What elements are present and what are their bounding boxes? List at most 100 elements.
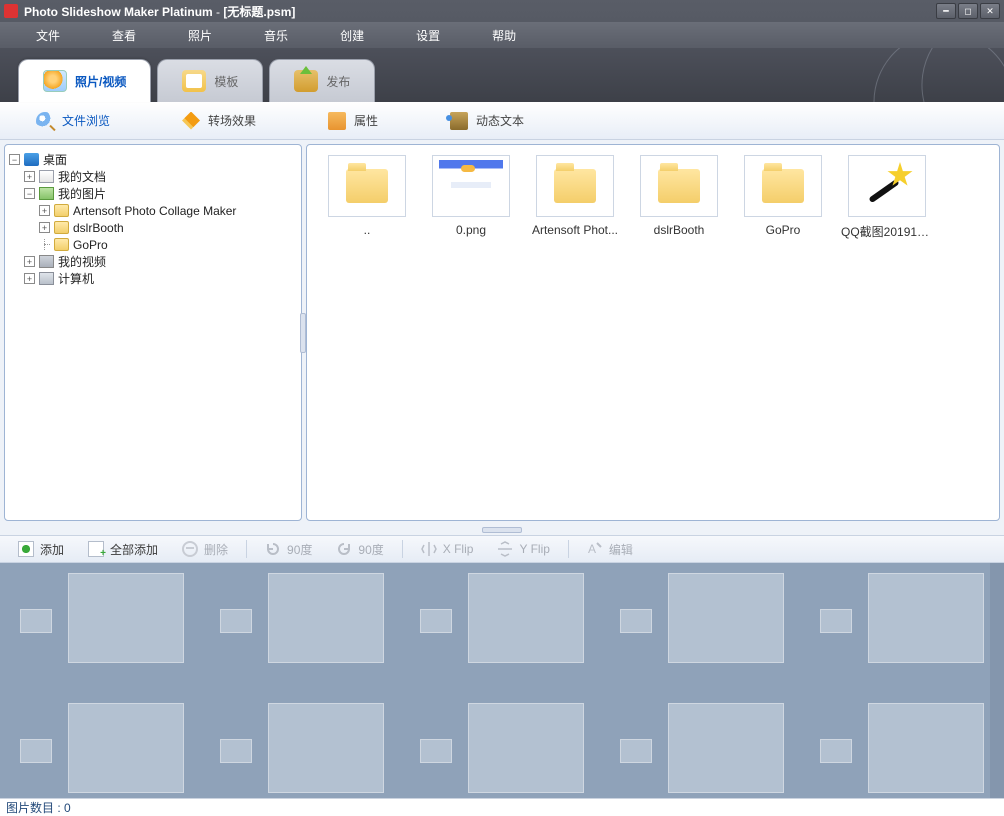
folder-tree-pane: − 桌面 + 我的文档: [4, 144, 302, 521]
desktop-icon: [24, 153, 39, 166]
subtab-dynamic-text[interactable]: 动态文本: [414, 112, 560, 130]
menu-create[interactable]: 创建: [314, 23, 390, 48]
status-bar: 图片数目 : 0: [0, 798, 1004, 816]
window-title: Photo Slideshow Maker Platinum - [无标题.ps…: [24, 3, 936, 20]
yflip-button[interactable]: Y Flip: [487, 541, 559, 557]
menu-music[interactable]: 音乐: [238, 23, 314, 48]
expand-icon[interactable]: +: [24, 273, 35, 284]
edit-button[interactable]: A 编辑: [577, 541, 643, 558]
action-label: X Flip: [443, 542, 474, 556]
action-label: 编辑: [609, 541, 633, 558]
videos-icon: [39, 255, 54, 268]
thumb-folder[interactable]: dslrBooth: [633, 155, 725, 240]
folder-icon: [346, 169, 388, 203]
storyboard-slot[interactable]: [0, 693, 200, 798]
delete-button[interactable]: 删除: [172, 541, 238, 558]
horizontal-splitter[interactable]: [482, 527, 522, 533]
storyboard-slot[interactable]: [600, 563, 800, 707]
magic-wand-icon: [863, 162, 911, 210]
header-decoration: [864, 48, 1004, 102]
expand-icon[interactable]: +: [24, 171, 35, 182]
thumb-parent-folder[interactable]: ..: [321, 155, 413, 240]
rotate-left-button[interactable]: 90度: [255, 541, 322, 558]
folder-icon: [658, 169, 700, 203]
image-preview-icon: [439, 160, 503, 212]
delete-icon: [182, 541, 198, 557]
separator: [246, 540, 247, 558]
title-bar: Photo Slideshow Maker Platinum - [无标题.ps…: [0, 0, 1004, 22]
storyboard-scrollbar[interactable]: [990, 563, 1004, 798]
storyboard-slot[interactable]: [800, 563, 1000, 707]
menu-view[interactable]: 查看: [86, 23, 162, 48]
folder-icon: [54, 204, 69, 217]
subtab-transition[interactable]: 转场效果: [146, 112, 292, 130]
expand-icon[interactable]: +: [39, 205, 50, 216]
close-button[interactable]: ✕: [980, 3, 1000, 19]
subtab-properties[interactable]: 属性: [292, 112, 414, 130]
subtab-label: 文件浏览: [62, 112, 110, 129]
xflip-button[interactable]: X Flip: [411, 541, 484, 557]
tab-template[interactable]: 模板: [157, 59, 263, 102]
tree-node-dslrbooth[interactable]: + dslrBooth: [39, 219, 297, 236]
storyboard-slot[interactable]: [0, 563, 200, 707]
storyboard-slot[interactable]: [800, 693, 1000, 798]
transition-icon: [182, 112, 200, 130]
maximize-button[interactable]: ◻: [958, 3, 978, 19]
folder-icon: [762, 169, 804, 203]
tree-node-mypics[interactable]: − 我的图片: [24, 185, 297, 202]
tree-node-computer[interactable]: + 计算机: [24, 270, 297, 287]
storyboard-slot[interactable]: [200, 693, 400, 798]
menu-help[interactable]: 帮助: [466, 23, 542, 48]
storyboard-slot[interactable]: [600, 693, 800, 798]
vertical-splitter[interactable]: [300, 313, 306, 353]
subtab-label: 属性: [354, 112, 378, 129]
image-count-label: 图片数目 : 0: [6, 799, 71, 816]
magnifier-icon: [36, 112, 54, 130]
separator: [402, 540, 403, 558]
document-icon: [39, 170, 54, 183]
app-icon: [4, 4, 18, 18]
thumb-folder[interactable]: GoPro: [737, 155, 829, 240]
computer-icon: [39, 272, 54, 285]
tab-photo-video[interactable]: 照片/视频: [18, 59, 151, 102]
storyboard-slot[interactable]: [400, 693, 600, 798]
minimize-button[interactable]: ━: [936, 3, 956, 19]
flip-y-icon: [497, 541, 513, 557]
tab-publish[interactable]: 发布: [269, 59, 375, 102]
tree-node-gopro[interactable]: GoPro: [39, 236, 297, 253]
template-icon: [182, 70, 206, 92]
menu-photo[interactable]: 照片: [162, 23, 238, 48]
thumb-folder[interactable]: Artensoft Phot...: [529, 155, 621, 240]
main-tabs-row: 照片/视频 模板 发布: [0, 48, 1004, 102]
folder-tree: − 桌面 + 我的文档: [9, 151, 297, 287]
thumb-label: 0.png: [456, 223, 486, 237]
action-label: 删除: [204, 541, 228, 558]
thumb-label: GoPro: [766, 223, 801, 237]
photo-video-icon: [43, 70, 67, 92]
add-all-button[interactable]: 全部添加: [78, 541, 168, 558]
action-label: 90度: [358, 541, 383, 558]
main-area: − 桌面 + 我的文档: [0, 140, 1004, 525]
svg-text:A: A: [588, 542, 596, 556]
storyboard-slot[interactable]: [200, 563, 400, 707]
tree-node-desktop[interactable]: − 桌面: [9, 151, 297, 168]
rotate-right-button[interactable]: 90度: [326, 541, 393, 558]
window-controls: ━ ◻ ✕: [936, 3, 1000, 19]
expand-icon[interactable]: +: [24, 256, 35, 267]
actions-toolbar: 添加 全部添加 删除 90度 90度 X Flip Y Flip A 编辑: [0, 535, 1004, 563]
collapse-icon[interactable]: −: [9, 154, 20, 165]
separator: [568, 540, 569, 558]
subtab-file-browse[interactable]: 文件浏览: [0, 112, 146, 130]
subtab-label: 转场效果: [208, 112, 256, 129]
collapse-icon[interactable]: −: [24, 188, 35, 199]
thumb-file[interactable]: QQ截图201910...: [841, 155, 933, 240]
storyboard-slot[interactable]: [400, 563, 600, 707]
tree-node-mydocs[interactable]: + 我的文档: [24, 168, 297, 185]
thumb-file[interactable]: 0.png: [425, 155, 517, 240]
menu-settings[interactable]: 设置: [390, 23, 466, 48]
tree-node-artensoft[interactable]: + Artensoft Photo Collage Maker: [39, 202, 297, 219]
menu-file[interactable]: 文件: [10, 23, 86, 48]
expand-icon[interactable]: +: [39, 222, 50, 233]
add-button[interactable]: 添加: [8, 541, 74, 558]
tree-node-myvideos[interactable]: + 我的视频: [24, 253, 297, 270]
